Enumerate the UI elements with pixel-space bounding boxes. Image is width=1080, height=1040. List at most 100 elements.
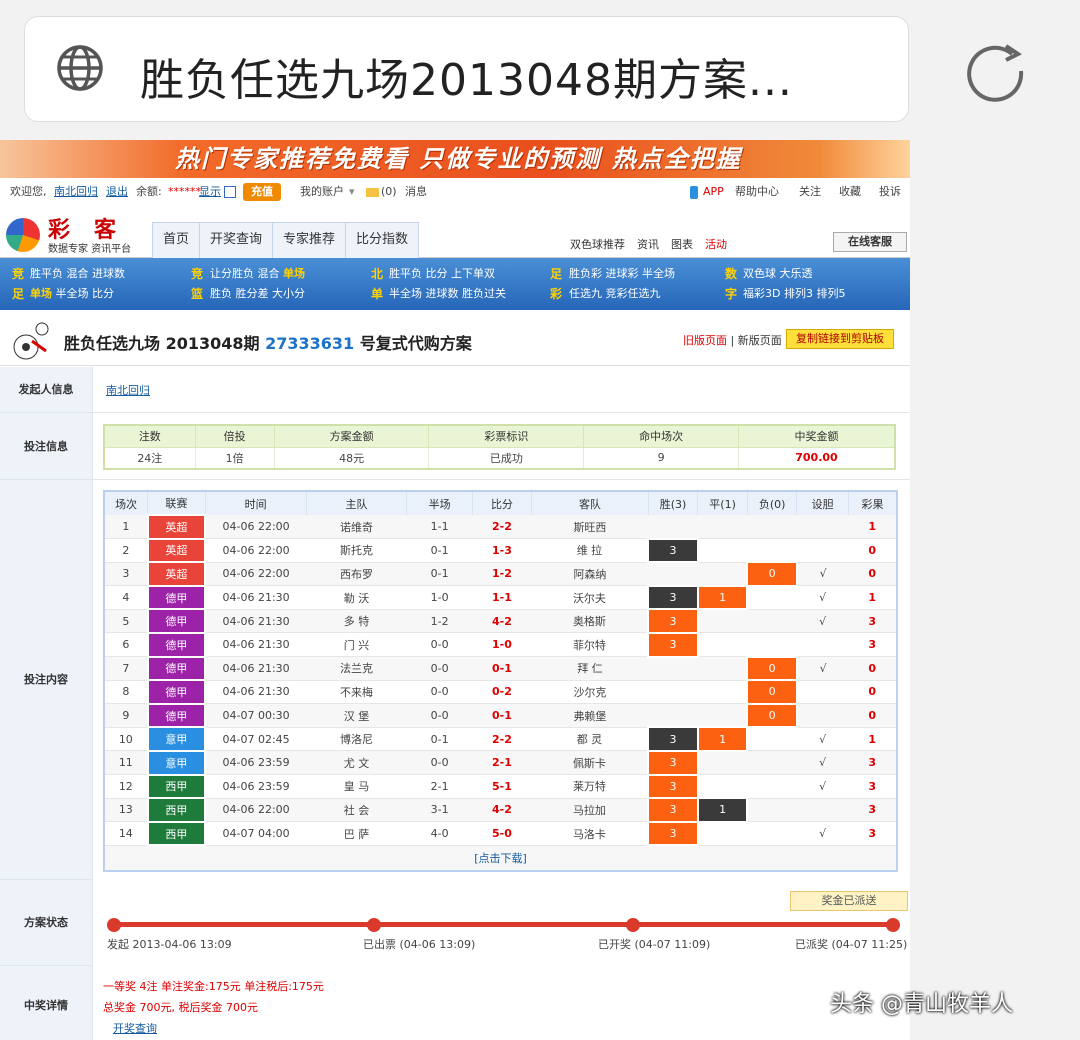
win-line-1: 一等奖 4注 单注奖金:175元 单注税后:175元: [103, 980, 324, 993]
cell-l: 0: [746, 702, 798, 729]
menu-jinglan[interactable]: 让分胜负 混合 单场 胜负 胜分差 大小分: [210, 264, 305, 304]
cell-home: 博洛尼: [306, 727, 407, 752]
status-tooltip: 奖金已派送: [790, 891, 908, 911]
cell-d: [697, 750, 748, 776]
table-row: 13 西甲 04-06 22:00 社 会 3-1 4-2 马拉加 3 1 3: [104, 797, 897, 823]
cell-home: 法兰克: [306, 656, 407, 681]
menu-highlight[interactable]: 单场: [283, 267, 305, 280]
logo[interactable]: 彩客 数据专家 资讯平台: [6, 212, 146, 256]
menu-line[interactable]: 胜负 胜分差 大小分: [210, 284, 305, 304]
icon-zc-1: 足: [549, 267, 562, 281]
menu-text[interactable]: 半全场 比分: [52, 287, 114, 300]
menu-line[interactable]: 胜负彩 进球彩 半全场: [569, 264, 675, 284]
old-page-link[interactable]: 旧版页面: [683, 334, 727, 347]
menu-shuzi[interactable]: 双色球 大乐透 福彩3D 排列3 排列5: [743, 264, 845, 304]
nav-link-charts[interactable]: 图表: [671, 236, 693, 252]
logout-link[interactable]: 退出: [106, 178, 128, 206]
menu-line[interactable]: 福彩3D 排列3 排列5: [743, 284, 845, 304]
cell-d: [697, 562, 748, 587]
cell-no: 13: [104, 798, 148, 823]
menu-line[interactable]: 半全场 进球数 胜负过关: [389, 284, 506, 304]
cell-home: 西布罗: [306, 562, 407, 587]
match-col-header: 客队: [531, 491, 649, 515]
page-title[interactable]: 胜负任选九场2013048期方案...: [140, 44, 793, 108]
message-link[interactable]: 消息: [405, 178, 427, 206]
table-row: 11 意甲 04-06 23:59 尤 文 0-0 2-1 佩斯卡 3 √ 3: [104, 749, 897, 776]
cell-d: 1: [696, 726, 749, 752]
initiator-link[interactable]: 南北回归: [106, 382, 150, 398]
help-link[interactable]: 帮助中心: [735, 178, 779, 206]
menu-line[interactable]: 胜平负 比分 上下单双: [389, 264, 506, 284]
show-balance-link[interactable]: 显示: [199, 178, 221, 206]
menu-zucai[interactable]: 胜负彩 进球彩 半全场 任选九 竞彩任选九: [569, 264, 675, 304]
cell-w: [648, 515, 698, 540]
cell-home: 门 兴: [306, 632, 407, 658]
menu-beidan[interactable]: 胜平负 比分 上下单双 半全场 进球数 胜负过关: [389, 264, 506, 304]
reload-icon[interactable]: [962, 38, 1028, 104]
copy-link-button[interactable]: 复制链接到剪贴板: [786, 329, 894, 349]
cell-home: 巴 萨: [306, 821, 407, 846]
cell-away: 沙尔克: [531, 680, 649, 705]
cell-away: 奥格斯: [531, 609, 649, 634]
tab-results[interactable]: 开奖查询: [200, 223, 274, 258]
cell-dan: √: [796, 727, 849, 752]
menu-line[interactable]: 胜平负 混合 进球数: [30, 264, 125, 284]
tab-experts[interactable]: 专家推荐: [273, 223, 347, 258]
th-hits: 命中场次: [583, 424, 739, 448]
cell-res: 0: [848, 703, 897, 728]
cell-away: 维 拉: [531, 538, 649, 563]
follow-link[interactable]: 关注: [799, 178, 821, 206]
cell-time: 04-07 04:00: [205, 821, 307, 846]
download-link[interactable]: [点击下载]: [104, 845, 897, 872]
account-menu[interactable]: 我的账户: [300, 178, 344, 206]
cell-no: 12: [104, 774, 148, 799]
cell-l: [747, 798, 797, 823]
cell-home: 多 特: [306, 609, 407, 634]
cell-score: 5-0: [472, 821, 532, 846]
app-link[interactable]: APP: [703, 178, 724, 206]
step-label: 发起 2013-04-06 13:09: [107, 938, 232, 951]
cell-score: 2-2: [472, 727, 532, 752]
cell-w: 3: [647, 749, 699, 776]
nav-link-ssq[interactable]: 双色球推荐: [570, 236, 625, 252]
menu-line[interactable]: 双色球 大乐透: [743, 264, 845, 284]
cell-d: [697, 632, 748, 658]
nav-link-news[interactable]: 资讯: [637, 236, 659, 252]
username-link[interactable]: 南北回归: [54, 178, 98, 206]
tab-scores[interactable]: 比分指数: [346, 223, 418, 258]
chevron-down-icon[interactable]: ▾: [349, 178, 355, 206]
cell-d: 1: [696, 797, 749, 823]
cell-dan: [796, 538, 849, 563]
recharge-button[interactable]: 充值: [243, 183, 281, 201]
nav-link-activity[interactable]: 活动: [705, 236, 727, 252]
cell-no: 4: [104, 585, 148, 610]
main-nav: 彩客 数据专家 资讯平台 首页 开奖查询 专家推荐 比分指数 双色球推荐 资讯 …: [0, 208, 910, 258]
menu-highlight[interactable]: 单场: [30, 287, 52, 300]
match-col-header: 彩果: [848, 491, 898, 515]
scheme-title-b: 号复式代购方案: [354, 334, 472, 353]
cell-away: 弗赖堡: [531, 703, 649, 728]
online-service-button[interactable]: 在线客服: [833, 232, 907, 252]
cell-dan: [796, 798, 849, 823]
menu-line[interactable]: 让分胜负 混合 单场: [210, 264, 305, 284]
menu-line[interactable]: 单场 半全场 比分: [30, 284, 125, 304]
draw-query-link[interactable]: 开奖查询: [113, 1020, 157, 1036]
menu-line[interactable]: 任选九 竞彩任选九: [569, 284, 675, 304]
table-row: 5 德甲 04-06 21:30 多 特 1-2 4-2 奥格斯 3 √ 3: [104, 608, 897, 634]
cell-l: [747, 727, 797, 752]
cell-half: 0-0: [406, 750, 473, 776]
new-page-link[interactable]: 新版页面: [738, 334, 782, 347]
cell-no: 8: [104, 680, 148, 705]
table-row: 8 德甲 04-06 21:30 不来梅 0-0 0-2 沙尔克 0 0: [104, 679, 897, 705]
complaint-link[interactable]: 投诉: [879, 178, 901, 206]
menu-text[interactable]: 让分胜负 混合: [210, 267, 283, 280]
top-bar: 欢迎您, 南北回归 退出 余额: ****** 显示 充值 我的账户 ▾ (0)…: [0, 178, 910, 206]
address-bar: 胜负任选九场2013048期方案...: [0, 0, 1080, 140]
tab-home[interactable]: 首页: [153, 223, 201, 258]
menu-jingzu[interactable]: 胜平负 混合 进球数 单场 半全场 比分: [30, 264, 125, 304]
cell-time: 04-06 21:30: [205, 632, 307, 658]
favorite-link[interactable]: 收藏: [839, 178, 861, 206]
promo-banner[interactable]: 热门专家推荐免费看 只做专业的预测 热点全把握: [0, 140, 910, 178]
refresh-icon[interactable]: [224, 186, 236, 198]
cell-away: 拜 仁: [531, 656, 649, 681]
